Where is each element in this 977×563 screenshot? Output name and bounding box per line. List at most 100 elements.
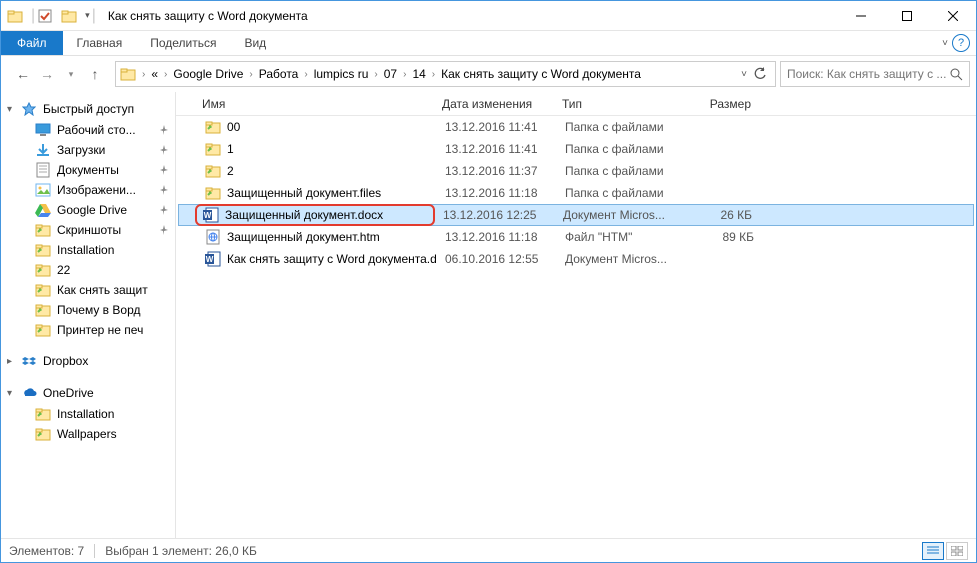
qat-dropdown-icon[interactable]: ▾ bbox=[85, 10, 90, 21]
refresh-icon[interactable] bbox=[753, 67, 767, 81]
column-header-type[interactable]: Тип bbox=[554, 97, 684, 111]
chevron-right-icon[interactable]: › bbox=[372, 69, 379, 80]
chevron-right-icon[interactable]: › bbox=[302, 69, 309, 80]
help-icon[interactable]: ? bbox=[952, 34, 970, 52]
breadcrumb-item[interactable]: Работа bbox=[255, 67, 303, 81]
breadcrumb-item[interactable]: 14 bbox=[408, 67, 429, 81]
pin-icon bbox=[155, 125, 169, 135]
nav-history-dropdown-icon[interactable]: ▾ bbox=[61, 64, 81, 84]
file-row[interactable]: WКак снять защиту с Word документа.docx … bbox=[178, 248, 974, 270]
file-type: Папка с файлами bbox=[557, 186, 687, 200]
star-icon bbox=[21, 101, 37, 117]
folder-icon bbox=[205, 119, 221, 135]
sidebar-item[interactable]: Документы bbox=[1, 160, 175, 180]
ribbon-tab-home[interactable]: Главная bbox=[63, 31, 137, 55]
chevron-right-icon[interactable]: ▸ bbox=[7, 356, 12, 367]
search-box[interactable] bbox=[780, 61, 970, 87]
view-icons-button[interactable] bbox=[946, 542, 968, 560]
folder-icon bbox=[35, 242, 51, 258]
sidebar-item-label: Installation bbox=[57, 407, 114, 421]
folder-icon bbox=[35, 406, 51, 422]
file-row[interactable]: 00 13.12.2016 11:41 Папка с файлами bbox=[178, 116, 974, 138]
file-name: Защищенный документ.htm bbox=[227, 230, 380, 244]
file-row[interactable]: WЗащищенный документ.docx 13.12.2016 12:… bbox=[178, 204, 974, 226]
sidebar-item[interactable]: Почему в Ворд bbox=[1, 300, 175, 320]
folder-icon bbox=[61, 8, 77, 24]
checkbox-icon[interactable] bbox=[37, 8, 53, 24]
sidebar-item[interactable]: Загрузки bbox=[1, 140, 175, 160]
sidebar-onedrive[interactable]: ▾ OneDrive bbox=[1, 382, 175, 404]
sidebar-item[interactable]: 22 bbox=[1, 260, 175, 280]
nav-forward-icon[interactable]: → bbox=[37, 64, 57, 84]
sidebar-item[interactable]: Installation bbox=[1, 404, 175, 424]
download-icon bbox=[35, 142, 51, 158]
dropbox-icon bbox=[21, 353, 37, 369]
breadcrumb-ellipsis[interactable]: « bbox=[147, 67, 162, 81]
chevron-down-icon[interactable]: ▾ bbox=[7, 104, 12, 115]
chevron-right-icon[interactable]: › bbox=[162, 69, 169, 80]
word-icon: W bbox=[205, 251, 221, 267]
sidebar-quick-access[interactable]: ▾ Быстрый доступ bbox=[1, 98, 175, 120]
sidebar-item[interactable]: Как снять защит bbox=[1, 280, 175, 300]
sidebar-item[interactable]: Wallpapers bbox=[1, 424, 175, 444]
sidebar-item[interactable]: Скриншоты bbox=[1, 220, 175, 240]
file-row[interactable]: 2 13.12.2016 11:37 Папка с файлами bbox=[178, 160, 974, 182]
address-bar[interactable]: › « › Google Drive › Работа › lumpics ru… bbox=[115, 61, 776, 87]
sidebar-item[interactable]: Изображени... bbox=[1, 180, 175, 200]
folder-icon bbox=[35, 426, 51, 442]
close-button[interactable] bbox=[930, 1, 976, 31]
sidebar-dropbox[interactable]: ▸ Dropbox bbox=[1, 350, 175, 372]
search-input[interactable] bbox=[787, 67, 950, 81]
nav-back-icon[interactable]: ← bbox=[13, 64, 33, 84]
file-date: 13.12.2016 11:18 bbox=[437, 186, 557, 200]
chevron-down-icon[interactable]: ▾ bbox=[7, 388, 12, 399]
file-name: Защищенный документ.docx bbox=[225, 208, 383, 222]
sidebar-item[interactable]: Installation bbox=[1, 240, 175, 260]
doc-icon bbox=[35, 162, 51, 178]
chevron-right-icon[interactable]: › bbox=[247, 69, 254, 80]
column-header-size[interactable]: Размер bbox=[684, 97, 759, 111]
chevron-right-icon[interactable]: › bbox=[430, 69, 437, 80]
file-date: 13.12.2016 11:18 bbox=[437, 230, 557, 244]
maximize-button[interactable] bbox=[884, 1, 930, 31]
ribbon-file-tab[interactable]: Файл bbox=[1, 31, 63, 55]
search-icon[interactable] bbox=[950, 68, 963, 81]
breadcrumb-item[interactable]: 07 bbox=[380, 67, 401, 81]
ribbon-tab-view[interactable]: Вид bbox=[230, 31, 280, 55]
sidebar-item-label: Почему в Ворд bbox=[57, 303, 140, 317]
sidebar-item-label: 22 bbox=[57, 263, 70, 277]
file-date: 13.12.2016 12:25 bbox=[435, 208, 555, 222]
sidebar-item-label: Как снять защит bbox=[57, 283, 148, 297]
column-header-name[interactable]: Имя bbox=[194, 97, 434, 111]
file-row[interactable]: Защищенный документ.htm 13.12.2016 11:18… bbox=[178, 226, 974, 248]
nav-up-icon[interactable]: ↑ bbox=[85, 64, 105, 84]
file-row[interactable]: Защищенный документ.files 13.12.2016 11:… bbox=[178, 182, 974, 204]
view-details-button[interactable] bbox=[922, 542, 944, 560]
file-size: 89 КБ bbox=[687, 230, 762, 244]
sidebar-item[interactable]: Рабочий сто... bbox=[1, 120, 175, 140]
pin-icon bbox=[155, 225, 169, 235]
titlebar: | ▾ | Как снять защиту с Word документа bbox=[1, 1, 976, 31]
ribbon-collapse-icon[interactable]: ˅ bbox=[942, 38, 948, 49]
breadcrumb-item[interactable]: Google Drive bbox=[169, 67, 247, 81]
file-name: 00 bbox=[227, 120, 240, 134]
navbar: ← → ▾ ↑ › « › Google Drive › Работа › lu… bbox=[1, 56, 976, 92]
status-selection: Выбран 1 элемент: 26,0 КБ bbox=[105, 544, 257, 558]
ribbon-tab-share[interactable]: Поделиться bbox=[136, 31, 230, 55]
address-dropdown-icon[interactable]: ˅ bbox=[741, 69, 747, 80]
file-type: Документ Micros... bbox=[557, 252, 687, 266]
minimize-button[interactable] bbox=[838, 1, 884, 31]
column-header-date[interactable]: Дата изменения bbox=[434, 97, 554, 111]
sidebar-item[interactable]: Google Drive bbox=[1, 200, 175, 220]
pin-icon bbox=[155, 205, 169, 215]
chevron-right-icon[interactable]: › bbox=[140, 69, 147, 80]
sidebar-item-label: Wallpapers bbox=[57, 427, 117, 441]
sidebar-item-label: Скриншоты bbox=[57, 223, 121, 237]
breadcrumb-item[interactable]: Как снять защиту с Word документа bbox=[437, 67, 645, 81]
file-row[interactable]: 1 13.12.2016 11:41 Папка с файлами bbox=[178, 138, 974, 160]
window-controls bbox=[838, 1, 976, 31]
chevron-right-icon[interactable]: › bbox=[401, 69, 408, 80]
image-icon bbox=[35, 182, 51, 198]
sidebar-item[interactable]: Принтер не печ bbox=[1, 320, 175, 340]
breadcrumb-item[interactable]: lumpics ru bbox=[310, 67, 373, 81]
